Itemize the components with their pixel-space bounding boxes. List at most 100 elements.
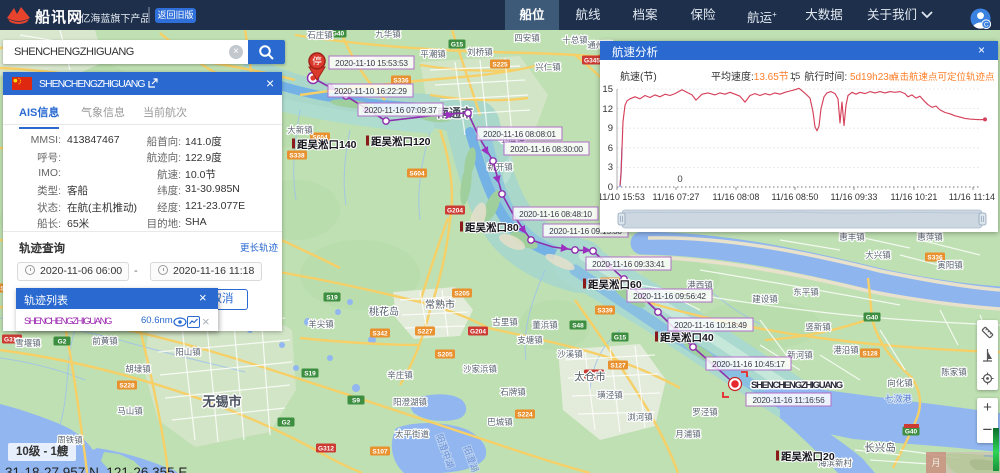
svg-text:S19: S19 (304, 371, 316, 378)
svg-text:东平镇: 东平镇 (793, 287, 819, 297)
svg-text:石牌镇: 石牌镇 (500, 387, 526, 397)
svg-text:2020-11-16 08:08:01: 2020-11-16 08:08:01 (483, 129, 556, 139)
svg-text:G345: G345 (584, 58, 600, 65)
svg-text:兴仁镇: 兴仁镇 (535, 62, 561, 72)
svg-text:11/16 08:50: 11/16 08:50 (772, 192, 819, 202)
svg-text:2020-11-16 09:33:41: 2020-11-16 09:33:41 (592, 259, 665, 269)
svg-text:竖新镇: 竖新镇 (805, 322, 831, 332)
svg-text:太仓市: 太仓市 (574, 370, 606, 383)
svg-text:G40: G40 (905, 429, 918, 436)
svg-text:2020-11-16 10:45:17: 2020-11-16 10:45:17 (712, 359, 785, 369)
svg-text:港沿镇: 港沿镇 (833, 345, 859, 355)
svg-text:12: 12 (602, 104, 613, 115)
svg-text:11/16 11:14: 11/16 11:14 (949, 192, 995, 202)
svg-text:距吴淞口40: 距吴淞口40 (660, 331, 714, 344)
svg-text:S342: S342 (372, 331, 388, 338)
svg-text:11/16 07:27: 11/16 07:27 (653, 192, 700, 202)
svg-text:寅阳镇: 寅阳镇 (937, 260, 963, 270)
svg-text:刘桥镇: 刘桥镇 (467, 47, 493, 57)
svg-text:S205: S205 (454, 291, 470, 298)
svg-text:常熟市: 常熟市 (425, 298, 455, 311)
svg-text:SHENCHENGZHIGUANG: SHENCHENGZHIGUANG (751, 380, 843, 391)
svg-text:2020-11-16 09:56:42: 2020-11-16 09:56:42 (633, 291, 706, 301)
svg-text:G15: G15 (451, 42, 464, 49)
svg-text:2020-11-16 11:16:56: 2020-11-16 11:16:56 (752, 395, 825, 405)
svg-text:四安镇: 四安镇 (514, 33, 540, 43)
svg-text:11/16 10:21: 11/16 10:21 (891, 192, 938, 202)
svg-text:9: 9 (608, 123, 613, 134)
svg-text:G40: G40 (866, 315, 879, 322)
svg-text:长兴岛: 长兴岛 (864, 441, 896, 454)
svg-text:S339: S339 (597, 308, 613, 315)
svg-text:G204: G204 (447, 208, 463, 215)
svg-text:C: C (984, 22, 989, 29)
svg-text:停: 停 (312, 56, 322, 68)
svg-text:羊尖镇: 羊尖镇 (308, 319, 334, 329)
svg-text:G2: G2 (282, 420, 291, 427)
svg-text:S9: S9 (352, 398, 360, 405)
svg-text:月: 月 (931, 458, 940, 468)
svg-text:3: 3 (608, 162, 613, 173)
svg-text:2020-11-16 10:18:49: 2020-11-16 10:18:49 (674, 320, 747, 330)
svg-text:G2: G2 (58, 339, 67, 346)
svg-text:2020-11-16 08:48:10: 2020-11-16 08:48:10 (519, 209, 592, 219)
svg-text:大兴镇: 大兴镇 (865, 250, 891, 260)
svg-text:2020-11-10 15:53:53: 2020-11-10 15:53:53 (335, 58, 408, 68)
svg-text:浏河镇: 浏河镇 (627, 412, 653, 422)
svg-text:古里镇: 古里镇 (492, 317, 518, 327)
svg-text:陈家镇: 陈家镇 (941, 367, 967, 377)
svg-text:距吴淞口80: 距吴淞口80 (465, 221, 519, 234)
svg-text:S225: S225 (492, 62, 508, 69)
svg-text:距吴淞口20: 距吴淞口20 (781, 450, 835, 463)
svg-text:惠萍镇: 惠萍镇 (917, 232, 943, 242)
svg-text:S227: S227 (417, 329, 433, 336)
svg-text:沙家浜镇: 沙家浜镇 (463, 364, 498, 374)
svg-text:阳山镇: 阳山镇 (175, 347, 201, 357)
svg-text:大新镇: 大新镇 (287, 125, 313, 135)
svg-text:2020-11-10 16:22:29: 2020-11-10 16:22:29 (334, 86, 407, 96)
svg-text:G312: G312 (318, 446, 334, 453)
svg-text:石庄镇: 石庄镇 (307, 30, 333, 40)
svg-text:七滧港: 七滧港 (884, 393, 911, 404)
svg-text:G204: G204 (470, 329, 486, 336)
svg-text:桃花岛: 桃花岛 (369, 305, 399, 318)
svg-text:太平街道: 太平街道 (395, 429, 430, 439)
svg-text:胡埭镇: 胡埭镇 (125, 364, 151, 374)
svg-text:建设镇: 建设镇 (752, 294, 778, 304)
svg-text:11/16 08:08: 11/16 08:08 (713, 192, 760, 202)
svg-text:S127: S127 (610, 363, 626, 370)
svg-text:2020-11-16 07:09:37: 2020-11-16 07:09:37 (364, 105, 437, 115)
svg-text:S338: S338 (289, 153, 305, 160)
svg-text:S19: S19 (326, 295, 338, 302)
svg-text:月浦镇: 月浦镇 (675, 429, 701, 439)
svg-text:6: 6 (608, 143, 613, 154)
svg-text:九华镇: 九华镇 (375, 29, 401, 39)
svg-text:S604: S604 (409, 171, 425, 178)
svg-text:无锡市: 无锡市 (201, 394, 241, 409)
svg-text:0: 0 (677, 174, 682, 185)
svg-text:罗泾镇: 罗泾镇 (692, 407, 718, 417)
svg-text:璜泾镇: 璜泾镇 (597, 390, 623, 400)
svg-text:前黄镇: 前黄镇 (92, 336, 118, 346)
svg-text:15: 15 (602, 84, 613, 95)
svg-text:S48: S48 (572, 323, 584, 330)
svg-text:距吴淞口60: 距吴淞口60 (588, 278, 642, 291)
svg-text:距吴淞口120: 距吴淞口120 (371, 135, 431, 148)
svg-text:十总镇: 十总镇 (562, 35, 588, 45)
svg-text:雪堰镇: 雪堰镇 (15, 338, 41, 348)
svg-text:S205: S205 (437, 352, 453, 359)
svg-text:2020-11-16 08:30:00: 2020-11-16 08:30:00 (510, 144, 583, 154)
svg-text:支塘镇: 支塘镇 (517, 335, 543, 345)
svg-text:11/10 15:53: 11/10 15:53 (600, 192, 645, 202)
svg-text:距吴淞口140: 距吴淞口140 (297, 138, 357, 151)
svg-text:董浜镇: 董浜镇 (532, 320, 558, 330)
svg-text:惠丰镇: 惠丰镇 (839, 232, 865, 242)
svg-text:向化镇: 向化镇 (887, 378, 913, 388)
svg-text:S128: S128 (862, 351, 878, 358)
svg-text:S107: S107 (372, 449, 388, 456)
svg-text:辛庄镇: 辛庄镇 (387, 370, 413, 380)
svg-text:G15: G15 (614, 335, 627, 342)
svg-text:平潮镇: 平潮镇 (420, 49, 446, 59)
svg-text:G40: G40 (332, 31, 345, 38)
svg-text:巴城镇: 巴城镇 (487, 417, 513, 427)
